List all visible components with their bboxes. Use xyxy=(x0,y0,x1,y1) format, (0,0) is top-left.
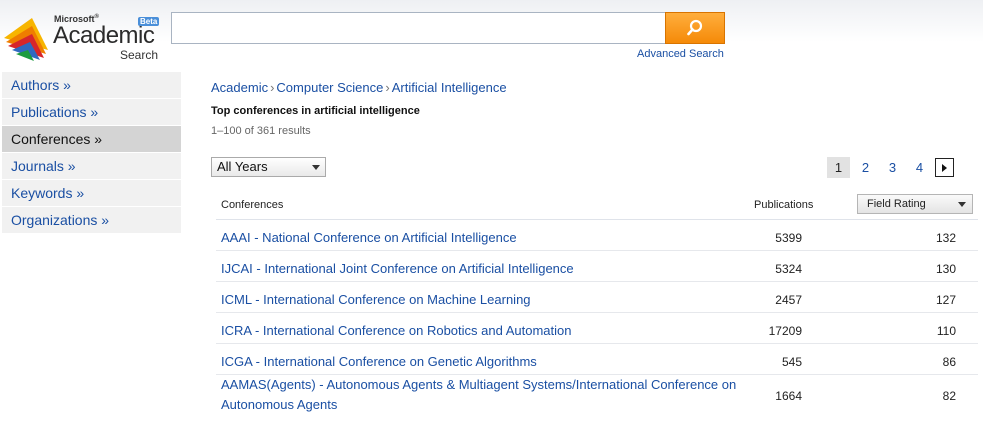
search-input[interactable] xyxy=(171,12,665,44)
conference-link[interactable]: ICGA - International Conference on Genet… xyxy=(221,352,741,372)
conference-link[interactable]: AAAI - National Conference on Artificial… xyxy=(221,228,741,248)
pagination: 1 2 3 4 xyxy=(827,157,954,178)
conferences-table: Conferences Publications Field Rating AA… xyxy=(216,190,978,417)
publications-count: 2457 xyxy=(775,293,802,307)
table-row: ICML - International Conference on Machi… xyxy=(216,282,978,313)
breadcrumb-separator-icon: › xyxy=(385,80,390,95)
sidebar-item-authors[interactable]: Authors » xyxy=(2,72,181,98)
table-header: Conferences Publications Field Rating xyxy=(216,190,978,220)
chevron-down-icon xyxy=(958,202,966,207)
breadcrumb-item-academic[interactable]: Academic xyxy=(211,80,268,95)
year-filter-select[interactable]: All Years xyxy=(211,157,326,177)
publications-count: 1664 xyxy=(775,389,802,403)
chevron-down-icon xyxy=(312,165,320,170)
field-rating-value: 127 xyxy=(935,293,956,307)
sidebar-item-journals[interactable]: Journals » xyxy=(2,153,181,179)
conference-link[interactable]: ICRA - International Conference on Robot… xyxy=(221,321,741,341)
field-rating-value: 130 xyxy=(935,262,956,276)
academic-search-logo[interactable]: Microsoft® Academic Beta Search xyxy=(2,8,162,64)
table-row: IJCAI - International Joint Conference o… xyxy=(216,251,978,282)
logo-icon xyxy=(4,18,48,61)
field-rating-value: 86 xyxy=(942,355,956,369)
publications-count: 17209 xyxy=(768,324,802,338)
conference-link[interactable]: AAMAS(Agents) - Autonomous Agents & Mult… xyxy=(221,375,741,415)
sort-field-rating-label: Field Rating xyxy=(867,198,926,210)
column-header-conferences: Conferences xyxy=(221,199,284,211)
table-row: AAMAS(Agents) - Autonomous Agents & Mult… xyxy=(216,375,978,417)
sidebar-item-organizations[interactable]: Organizations » xyxy=(2,207,181,233)
year-filter-value: All Years xyxy=(217,159,268,174)
next-page-button[interactable] xyxy=(935,158,954,177)
sidebar-item-conferences[interactable]: Conferences » xyxy=(2,126,181,152)
sidebar-item-publications[interactable]: Publications » xyxy=(2,99,181,125)
beta-badge: Beta xyxy=(138,17,160,26)
results-count: 1–100 of 361 results xyxy=(211,125,311,137)
page-title: Top conferences in artificial intelligen… xyxy=(211,105,420,117)
header: Microsoft® Academic Beta Search Advanced… xyxy=(0,0,983,70)
conference-link[interactable]: IJCAI - International Joint Conference o… xyxy=(221,259,741,279)
logo-subtitle: Search xyxy=(120,48,159,62)
table-row: ICGA - International Conference on Genet… xyxy=(216,344,978,375)
page-1-link[interactable]: 1 xyxy=(827,157,850,178)
breadcrumb: Academic › Computer Science › Artificial Int… xyxy=(211,80,507,95)
field-rating-value: 110 xyxy=(936,324,956,338)
sidebar-item-keywords[interactable]: Keywords » xyxy=(2,180,181,206)
logo-product: Academic xyxy=(53,22,155,49)
publications-count: 545 xyxy=(781,355,802,369)
search-icon xyxy=(687,19,703,36)
column-header-publications[interactable]: Publications xyxy=(754,199,813,211)
search-button[interactable] xyxy=(665,12,725,44)
page-3-link[interactable]: 3 xyxy=(881,157,904,178)
page-4-link[interactable]: 4 xyxy=(908,157,931,178)
page-2-link[interactable]: 2 xyxy=(854,157,877,178)
sort-field-rating-select[interactable]: Field Rating xyxy=(857,194,973,214)
conference-link[interactable]: ICML - International Conference on Machi… xyxy=(221,290,741,310)
publications-count: 5324 xyxy=(775,262,802,276)
field-rating-value: 132 xyxy=(935,231,956,245)
breadcrumb-item-artificial-intelligence[interactable]: Artificial Intelligence xyxy=(392,80,507,95)
table-row: ICRA - International Conference on Robot… xyxy=(216,313,978,344)
breadcrumb-item-computer-science[interactable]: Computer Science xyxy=(276,80,383,95)
field-rating-value: 82 xyxy=(942,389,956,403)
sidebar-nav: Authors » Publications » Conferences » J… xyxy=(2,72,181,234)
table-row: AAAI - National Conference on Artificial… xyxy=(216,220,978,251)
publications-count: 5399 xyxy=(775,231,802,245)
next-arrow-icon xyxy=(942,163,947,172)
advanced-search-link[interactable]: Advanced Search xyxy=(637,48,724,60)
